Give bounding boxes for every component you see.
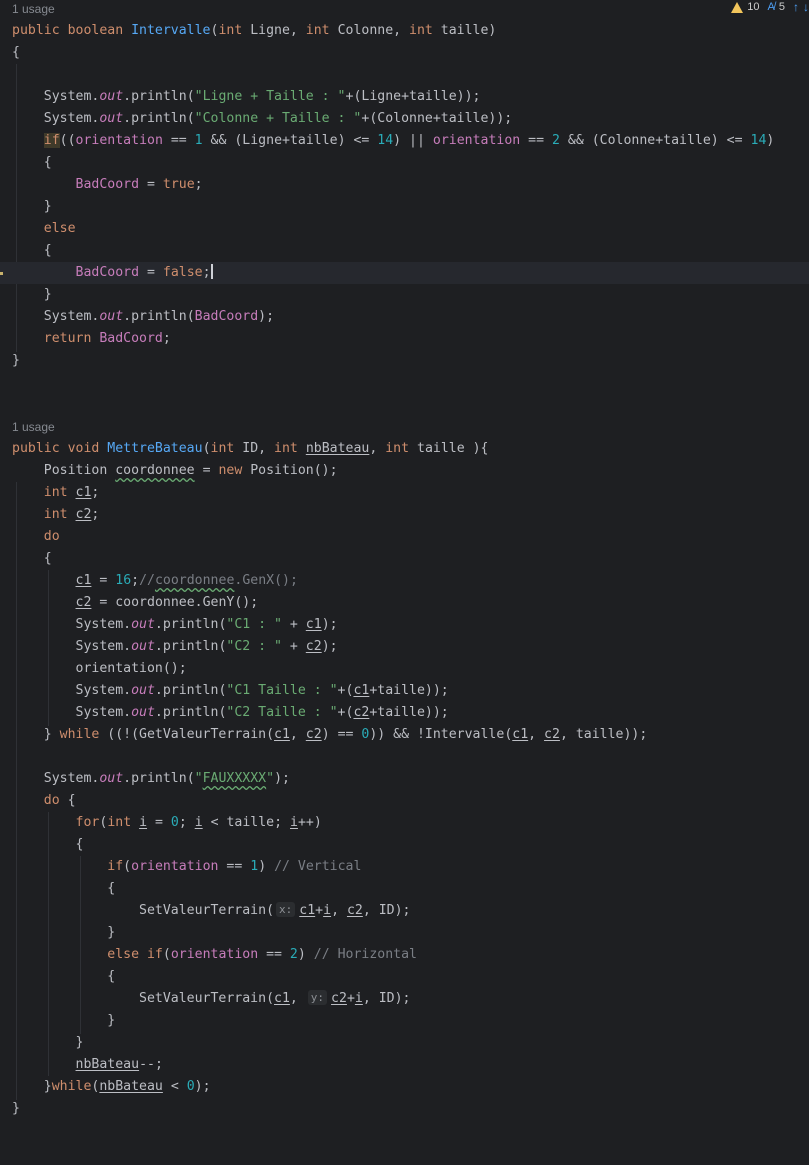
code-line-45: } [12,1013,116,1028]
code-line-11: { [12,243,52,258]
code-line-28: System.out.println("C2 : " + c2); [12,639,338,654]
inspection-widget[interactable]: 10 A̸ 5 ↑ ↓ [731,0,809,14]
text-cursor [210,264,213,279]
code-line-7: { [12,155,52,170]
code-line-13: } [12,287,52,302]
code-line-30: System.out.println("C1 Taille : "+(c1+ta… [12,683,449,698]
code-line-49: } [12,1101,20,1116]
code-line-23: do [43,529,60,544]
code-line-43: { [12,969,116,984]
code-line-35: do { [43,793,76,808]
code-line-34: System.out.println("FAUXXXXX"); [12,771,290,786]
arrow-up-icon[interactable]: ↑ [793,0,799,14]
code-editor[interactable]: 10 A̸ 5 ↑ ↓ 1 usage public boolean Inter… [0,0,809,1165]
code-line-8: BadCoord = true; [75,177,203,192]
code-line-6: if((orientation == 1 && (Ligne+taille) <… [43,133,775,148]
usage-hint[interactable]: 1 usage [12,2,55,16]
code-line-9: } [12,199,52,214]
code-line-16: } [12,353,20,368]
code-line-44: SetValeurTerrain(c1, y: c2+i, ID); [12,990,411,1006]
code-line-38: if(orientation == 1) // Vertical [107,859,362,874]
code-line-42: else if(orientation == 2) // Horizontal [107,947,417,962]
code-line-10: else [43,221,76,236]
code-line-29: orientation(); [12,661,187,676]
code-line-1: public boolean Intervalle(int Ligne, int… [12,23,497,38]
code-line-21: int c1; [43,485,100,500]
code-line-40: SetValeurTerrain(x: c1+i, c2, ID); [12,902,411,918]
usage-hint[interactable]: 1 usage [12,420,55,434]
typo-count: 5 [778,1,785,13]
param-hint-y: y: [307,990,328,1005]
change-marker [0,272,3,275]
code-line-4: System.out.println("Ligne + Taille : "+(… [12,89,481,104]
code-line-46: } [12,1035,84,1050]
param-hint-x: x: [276,902,296,917]
code-line-2: { [12,45,20,60]
code-line-41: } [12,925,116,940]
code-line-15: return BadCoord; [43,331,171,346]
warning-icon [731,1,744,13]
code-line-31: System.out.println("C2 Taille : "+(c2+ta… [12,705,449,720]
code-line-22: int c2; [43,507,100,522]
code-line-24: { [12,551,52,566]
code-line-14: System.out.println(BadCoord); [12,309,275,324]
typo-icon: A̸ [767,1,775,13]
code-line-37: { [12,837,84,852]
code-line-12: BadCoord = false; [75,264,213,280]
code-line-27: System.out.println("C1 : " + c1); [12,617,338,632]
code-line-25: c1 = 16;//coordonnee.GenX(); [75,573,298,588]
code-line-48: }while(nbBateau < 0); [12,1079,211,1094]
code-line-5: System.out.println("Colonne + Taille : "… [12,111,513,126]
arrow-down-icon[interactable]: ↓ [803,0,809,14]
code-line-19: public void MettreBateau(int ID, int nbB… [12,441,489,456]
warning-count: 10 [747,1,760,13]
code-line-39: { [12,881,116,896]
code-line-26: c2 = coordonnee.GenY(); [75,595,259,610]
code-line-47: nbBateau--; [75,1057,163,1072]
code-line-36: for(int i = 0; i < taille; i++) [75,815,322,830]
code-line-32: } while ((!(GetValeurTerrain(c1, c2) == … [12,727,648,742]
code-line-20: Position coordonnee = new Position(); [12,463,338,478]
